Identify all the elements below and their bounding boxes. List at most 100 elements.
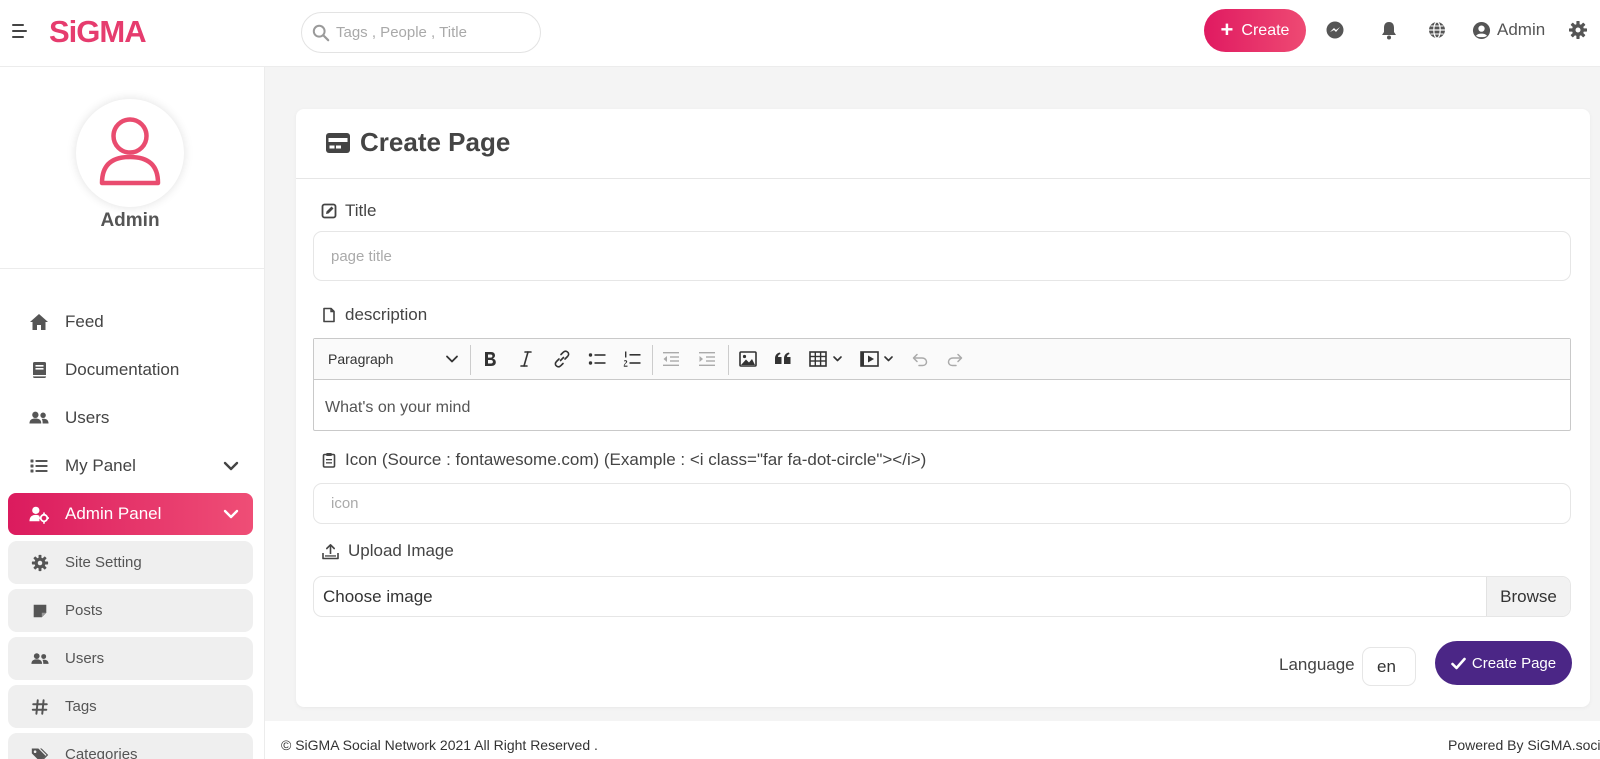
title-label-row: Title xyxy=(321,201,377,221)
sidebar-subitem-tags[interactable]: Tags xyxy=(8,685,253,728)
sidebar-subitem-categories[interactable]: Categories xyxy=(8,733,253,759)
sidebar-item-label: Feed xyxy=(65,312,104,331)
sidebar-subitem-site-setting[interactable]: Site Setting xyxy=(8,541,253,584)
user-circle-icon xyxy=(1472,21,1491,39)
sidebar: Admin Feed Documentation Users My Panel … xyxy=(0,67,265,759)
file-icon xyxy=(323,307,335,323)
copyright-text: © SiGMA Social Network 2021 All Right Re… xyxy=(281,737,598,753)
icon-input[interactable] xyxy=(314,484,1570,523)
redo-button[interactable] xyxy=(942,347,968,371)
edit-icon xyxy=(321,203,337,219)
search-box[interactable] xyxy=(301,12,541,53)
browse-button[interactable]: Browse xyxy=(1486,577,1570,616)
outdent-icon xyxy=(663,352,679,366)
create-page-button-label: Create Page xyxy=(1471,654,1557,672)
bulleted-list-icon xyxy=(588,353,606,365)
users-icon xyxy=(29,411,49,424)
create-page-card: Create Page Title description Paragraph xyxy=(296,109,1590,707)
description-label-row: description xyxy=(321,305,427,325)
bell-icon[interactable] xyxy=(1379,20,1399,40)
user-name: Admin xyxy=(1497,20,1546,39)
insert-media-button[interactable] xyxy=(855,347,899,371)
block-format-value: Paragraph xyxy=(328,351,394,367)
italic-button[interactable] xyxy=(513,347,539,371)
editor-toolbar: Paragraph xyxy=(314,339,1570,380)
sidebar-item-documentation[interactable]: Documentation xyxy=(8,349,253,391)
tags-icon xyxy=(31,748,49,759)
sidebar-subitem-label: Categories xyxy=(65,746,138,759)
upload-icon xyxy=(322,543,339,559)
icon-label: Icon (Source : fontawesome.com) (Example… xyxy=(345,450,927,469)
title-input[interactable] xyxy=(314,232,1570,280)
insert-image-button[interactable] xyxy=(735,347,761,371)
chevron-down-icon xyxy=(223,461,239,471)
undo-icon xyxy=(912,353,928,367)
rich-text-editor[interactable]: Paragraph What's on your mind xyxy=(313,338,1571,431)
profile-name: Admin xyxy=(100,210,160,231)
file-picker-label: Choose image xyxy=(323,587,433,606)
undo-button[interactable] xyxy=(907,347,933,371)
sidebar-item-label: My Panel xyxy=(65,456,136,475)
create-page-button[interactable]: Create Page xyxy=(1435,641,1572,685)
sidebar-subitem-posts[interactable]: Posts xyxy=(8,589,253,632)
block-quote-button[interactable] xyxy=(770,347,796,371)
icon-field[interactable] xyxy=(313,483,1571,524)
user-outline-icon xyxy=(99,117,161,186)
hamburger-menu-icon[interactable] xyxy=(12,24,28,40)
chevron-down-icon xyxy=(446,355,458,363)
language-input[interactable]: en xyxy=(1362,647,1416,686)
sidebar-subitem-label: Site Setting xyxy=(65,554,142,571)
toolbar-separator xyxy=(652,345,653,375)
powered-by-text[interactable]: Powered By SiGMA.social xyxy=(1448,737,1600,753)
italic-icon xyxy=(520,351,532,367)
sidebar-item-admin-panel[interactable]: Admin Panel xyxy=(8,493,253,535)
sidebar-item-my-panel[interactable]: My Panel xyxy=(8,445,253,487)
sidebar-item-feed[interactable]: Feed xyxy=(8,301,253,343)
user-menu[interactable]: Admin xyxy=(1472,18,1545,42)
globe-icon[interactable] xyxy=(1427,20,1447,40)
user-cog-icon xyxy=(29,506,49,524)
gear-icon xyxy=(31,554,49,572)
check-icon xyxy=(1451,657,1466,669)
sidebar-item-users[interactable]: Users xyxy=(8,397,253,439)
image-icon xyxy=(739,351,757,367)
sidebar-subitem-label: Users xyxy=(65,650,105,667)
toolbar-separator xyxy=(470,345,471,375)
search-input[interactable] xyxy=(336,13,536,52)
link-icon xyxy=(554,350,570,368)
sidebar-item-label: Documentation xyxy=(65,360,180,379)
title-field[interactable] xyxy=(313,231,1571,281)
avatar[interactable] xyxy=(76,99,184,207)
sidebar-item-label: Users xyxy=(65,408,110,427)
search-icon xyxy=(312,24,330,42)
credit-card-icon xyxy=(326,133,350,153)
upload-label: Upload Image xyxy=(348,541,454,560)
numbered-list-icon xyxy=(623,351,641,367)
chevron-down-icon xyxy=(223,509,239,519)
block-format-dropdown[interactable]: Paragraph xyxy=(318,343,465,375)
icon-label-row: Icon (Source : fontawesome.com) (Example… xyxy=(321,450,926,470)
divider xyxy=(0,268,264,269)
image-file-picker[interactable]: Choose image Browse xyxy=(313,576,1571,617)
bulleted-list-button[interactable] xyxy=(584,347,610,371)
users-icon xyxy=(31,653,49,664)
footer: © SiGMA Social Network 2021 All Right Re… xyxy=(265,721,1600,759)
outdent-button[interactable] xyxy=(658,347,684,371)
gear-icon[interactable] xyxy=(1568,20,1588,40)
logo[interactable]: SiGMA xyxy=(49,14,147,50)
book-icon xyxy=(33,362,46,378)
insert-table-button[interactable] xyxy=(804,347,848,371)
language-label: Language xyxy=(1279,655,1355,674)
quote-icon xyxy=(775,352,791,364)
link-button[interactable] xyxy=(549,347,575,371)
numbered-list-button[interactable] xyxy=(619,347,645,371)
create-button[interactable]: + Create xyxy=(1204,9,1306,52)
title-label: Title xyxy=(345,201,377,220)
editor-content[interactable]: What's on your mind xyxy=(325,399,470,417)
sidebar-subitem-label: Tags xyxy=(65,698,97,715)
sidebar-subitem-users[interactable]: Users xyxy=(8,637,253,680)
redo-icon xyxy=(947,353,963,367)
indent-button[interactable] xyxy=(694,347,720,371)
messenger-icon[interactable] xyxy=(1325,20,1345,40)
bold-button[interactable] xyxy=(477,347,503,371)
